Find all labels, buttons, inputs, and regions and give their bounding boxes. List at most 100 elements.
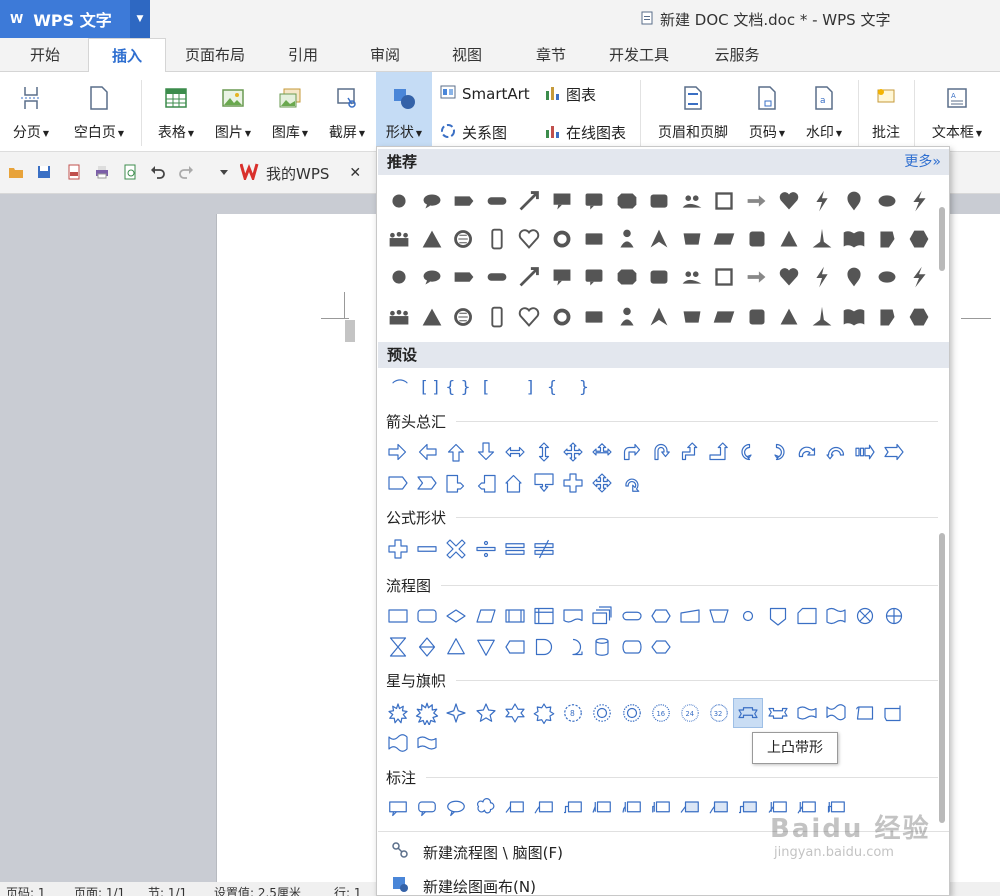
recommended-shape[interactable] [546,301,578,333]
scrollbar-thumb[interactable] [939,207,945,271]
picture-button[interactable]: 图片 ▼ [207,72,259,152]
recommended-shape[interactable] [708,261,740,293]
star-banner-shape[interactable] [763,698,793,728]
preset-bracket-shape[interactable]: ⌒ [385,371,415,401]
arrow-shape[interactable] [441,468,471,498]
arrow-shape[interactable] [558,437,588,467]
mywps-tab[interactable]: 我的WPS ✕ [239,152,361,194]
arrow-shape[interactable] [879,437,909,467]
recommended-shape[interactable] [383,261,415,293]
preset-bracket-shape[interactable]: } [569,371,599,401]
recommended-shape[interactable] [578,301,610,333]
flowchart-shape[interactable] [529,601,559,631]
flowchart-shape[interactable] [733,601,763,631]
flowchart-shape[interactable] [763,601,793,631]
arrow-shape[interactable] [383,437,413,467]
arrow-shape[interactable] [471,468,501,498]
blank-page-button[interactable]: 空白页 ▼ [66,72,132,152]
flowchart-shape[interactable] [558,632,588,662]
callout-shape[interactable] [646,793,676,823]
flowchart-shape[interactable] [675,601,705,631]
callout-shape[interactable] [471,793,501,823]
star-banner-shape[interactable] [850,698,880,728]
callout-shape[interactable] [733,793,763,823]
chevron-down-icon[interactable]: ▼ [130,0,150,38]
tab-developer[interactable]: 开发工具 [596,38,682,72]
recommended-shape[interactable] [481,261,513,293]
star-banner-shape[interactable]: 8 [558,698,588,728]
recommended-shape[interactable] [838,185,870,217]
tab-references[interactable]: 引用 [268,38,338,72]
ribbon-up-shape[interactable] [733,698,764,728]
preset-bracket-shape[interactable]: { } [443,371,473,401]
callout-shape[interactable] [617,793,647,823]
recommended-shape[interactable] [578,185,610,217]
new-canvas-item[interactable]: 新建绘图画布(N) [391,875,536,895]
flowchart-shape[interactable] [383,601,413,631]
recommended-shape[interactable] [643,301,675,333]
comment-button[interactable]: 批注 [864,72,908,152]
callout-shape[interactable] [704,793,734,823]
tab-cloud[interactable]: 云服务 [694,38,780,72]
scrollbar-thumb[interactable] [939,533,945,823]
flowchart-shape[interactable] [587,632,617,662]
flowchart-shape[interactable] [879,601,909,631]
flowchart-shape[interactable] [617,632,647,662]
arrow-shape[interactable] [704,437,734,467]
flowchart-shape[interactable] [704,601,734,631]
callout-shape[interactable] [441,793,471,823]
callout-shape[interactable] [500,793,530,823]
star-banner-shape[interactable] [441,698,471,728]
recommended-shape[interactable] [806,301,838,333]
tab-view[interactable]: 视图 [432,38,502,72]
recommended-shape[interactable] [838,261,870,293]
arrow-shape[interactable] [500,468,530,498]
arrow-shape[interactable] [675,437,705,467]
recommended-shape[interactable] [676,223,708,255]
star-banner-shape[interactable]: 24 [675,698,705,728]
recommended-shape[interactable] [643,261,675,293]
flowchart-shape[interactable] [558,601,588,631]
flowchart-shape[interactable] [587,601,617,631]
header-footer-button[interactable]: 页眉和页脚 [648,72,738,152]
recommended-shape[interactable] [416,261,448,293]
recommended-shape[interactable] [773,223,805,255]
arrow-shape[interactable] [558,468,588,498]
recommended-shape[interactable] [513,185,545,217]
tab-insert[interactable]: 插入 [88,38,166,73]
formula-shape[interactable] [383,534,413,564]
recommended-shape[interactable] [416,301,448,333]
recommended-shape[interactable] [611,261,643,293]
flowchart-shape[interactable] [500,601,530,631]
star-banner-shape[interactable] [821,698,851,728]
arrow-shape[interactable] [733,437,763,467]
recommended-shape[interactable] [383,185,415,217]
flowchart-shape[interactable] [412,632,442,662]
flowchart-shape[interactable] [500,632,530,662]
recommended-shape[interactable] [481,301,513,333]
flowchart-shape[interactable] [792,601,822,631]
star-banner-shape[interactable]: 16 [646,698,676,728]
recommended-shape[interactable] [708,223,740,255]
smartart-button[interactable]: SmartArt [440,84,530,104]
recommended-shape[interactable] [806,223,838,255]
star-banner-shape[interactable] [792,698,822,728]
flowchart-shape[interactable] [646,601,676,631]
recommended-shape[interactable] [708,185,740,217]
flowchart-shape[interactable] [617,601,647,631]
recommended-shape[interactable] [741,301,773,333]
page-break-button[interactable]: 分页 ▼ [6,72,56,152]
flowchart-shape[interactable] [471,632,501,662]
open-folder-icon[interactable] [8,164,24,180]
preset-bracket-shape[interactable]: { [537,371,567,401]
redo-icon[interactable] [178,164,194,180]
recommended-shape[interactable] [903,223,935,255]
recommended-shape[interactable] [546,223,578,255]
recommended-shape[interactable] [806,185,838,217]
arrow-shape[interactable] [821,437,851,467]
star-banner-shape[interactable] [879,698,909,728]
recommended-shape[interactable] [871,185,903,217]
tab-section[interactable]: 章节 [516,38,586,72]
recommended-shape[interactable] [383,223,415,255]
recommended-shape[interactable] [643,185,675,217]
